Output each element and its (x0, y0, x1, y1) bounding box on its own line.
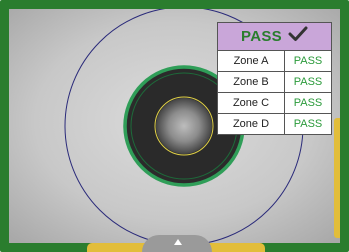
up-arrow-icon[interactable] (174, 239, 182, 245)
vertical-scroll-indicator (334, 118, 340, 238)
zone-status: PASS (293, 76, 323, 88)
zone-name: Zone A (218, 51, 285, 71)
zone-name: Zone C (218, 93, 285, 113)
zone-status: PASS (293, 118, 323, 130)
zone-row-a: Zone A PASS (218, 51, 331, 72)
inspection-result-panel: PASS Zone A PASS Zone B PASS Zone C PASS… (217, 22, 332, 135)
zone-name: Zone D (218, 114, 285, 134)
fiber-core (156, 98, 212, 154)
zone-status: PASS (293, 97, 323, 109)
overall-result-header: PASS (218, 23, 331, 51)
zone-row-c: Zone C PASS (218, 93, 331, 114)
zone-status: PASS (293, 55, 323, 67)
zone-name: Zone B (218, 72, 285, 92)
zone-row-d: Zone D PASS (218, 114, 331, 134)
checkmark-icon (288, 26, 308, 47)
overall-result-text: PASS (241, 28, 282, 45)
zone-row-b: Zone B PASS (218, 72, 331, 93)
